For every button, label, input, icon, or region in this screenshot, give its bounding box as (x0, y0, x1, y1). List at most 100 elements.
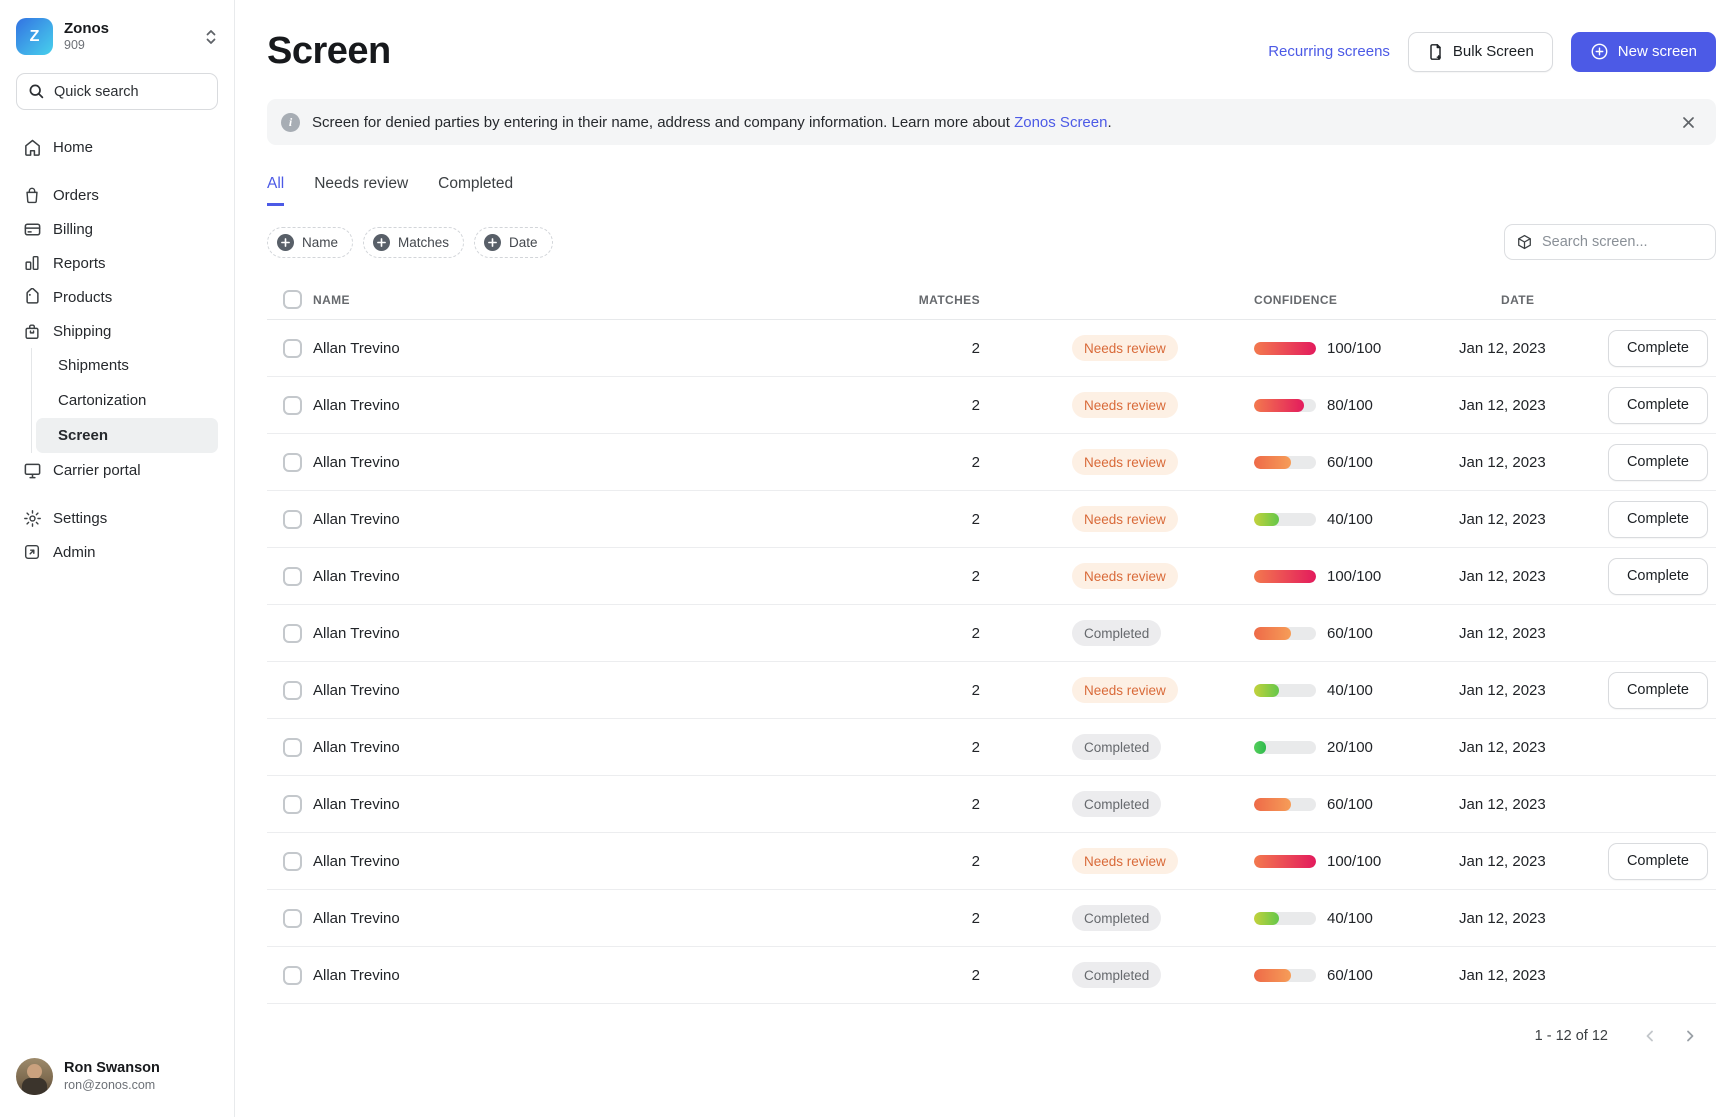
row-checkbox[interactable] (283, 909, 302, 928)
screen-search[interactable] (1504, 224, 1716, 260)
status-badge: Needs review (1072, 335, 1178, 361)
sidebar-item-orders[interactable]: Orders (16, 178, 218, 212)
tab-completed[interactable]: Completed (438, 175, 513, 206)
row-checkbox[interactable] (283, 966, 302, 985)
bar-chart-icon (22, 254, 42, 272)
next-page-icon[interactable] (1674, 1020, 1706, 1052)
quick-search[interactable] (16, 73, 218, 110)
status-badge: Completed (1072, 905, 1161, 931)
recurring-screens-link[interactable]: Recurring screens (1268, 43, 1390, 60)
package-icon (22, 322, 42, 341)
confidence-value: 60/100 (1327, 625, 1373, 642)
row-checkbox[interactable] (283, 396, 302, 415)
table-row[interactable]: Allan Trevino 2 Needs review 100/100 Jan… (267, 320, 1716, 377)
zonos-screen-link[interactable]: Zonos Screen (1014, 114, 1107, 131)
filter-date[interactable]: Date (474, 227, 553, 258)
select-all-checkbox[interactable] (283, 290, 302, 309)
row-matches: 2 (800, 511, 980, 528)
sidebar-item-home[interactable]: Home (16, 130, 218, 164)
confidence-value: 100/100 (1327, 340, 1381, 357)
table-row[interactable]: Allan Trevino 2 Completed 60/100 Jan 12,… (267, 776, 1716, 833)
confidence-bar (1254, 798, 1316, 811)
complete-button[interactable]: Complete (1608, 672, 1708, 709)
complete-button[interactable]: Complete (1608, 444, 1708, 481)
row-checkbox[interactable] (283, 681, 302, 700)
complete-button[interactable]: Complete (1608, 387, 1708, 424)
row-checkbox[interactable] (283, 567, 302, 586)
row-checkbox[interactable] (283, 852, 302, 871)
sidebar-item-reports[interactable]: Reports (16, 246, 218, 280)
confidence-bar (1254, 627, 1316, 640)
row-date: Jan 12, 2023 (1459, 454, 1574, 471)
tab-needs-review[interactable]: Needs review (314, 175, 408, 206)
screen-search-input[interactable] (1542, 234, 1692, 250)
row-checkbox[interactable] (283, 795, 302, 814)
row-checkbox[interactable] (283, 510, 302, 529)
plus-circle-icon (1590, 42, 1609, 61)
table-row[interactable]: Allan Trevino 2 Needs review 100/100 Jan… (267, 548, 1716, 605)
row-checkbox[interactable] (283, 624, 302, 643)
table-row[interactable]: Allan Trevino 2 Needs review 80/100 Jan … (267, 377, 1716, 434)
complete-button[interactable]: Complete (1608, 501, 1708, 538)
table-row[interactable]: Allan Trevino 2 Completed 60/100 Jan 12,… (267, 947, 1716, 1004)
sidebar-item-carrier-portal[interactable]: Carrier portal (16, 453, 218, 487)
filter-matches[interactable]: Matches (363, 227, 464, 258)
row-checkbox[interactable] (283, 339, 302, 358)
new-screen-button[interactable]: New screen (1571, 32, 1716, 72)
user-name: Ron Swanson (64, 1060, 160, 1077)
sidebar-item-cartonization[interactable]: Cartonization (36, 383, 218, 418)
table-row[interactable]: Allan Trevino 2 Needs review 40/100 Jan … (267, 662, 1716, 719)
bulk-screen-button[interactable]: Bulk Screen (1408, 32, 1553, 72)
sidebar-item-label: Home (53, 139, 93, 156)
sidebar-item-admin[interactable]: Admin (16, 535, 218, 569)
confidence-bar (1254, 456, 1316, 469)
filter-chips: Name Matches Date (267, 227, 1504, 258)
filter-name[interactable]: Name (267, 227, 353, 258)
search-icon (28, 83, 45, 100)
sidebar-item-shipping[interactable]: Shipping (16, 314, 218, 348)
confidence-value: 40/100 (1327, 511, 1373, 528)
table-row[interactable]: Allan Trevino 2 Completed 60/100 Jan 12,… (267, 605, 1716, 662)
confidence-bar (1254, 741, 1316, 754)
table-row[interactable]: Allan Trevino 2 Needs review 40/100 Jan … (267, 491, 1716, 548)
confidence-bar (1254, 513, 1316, 526)
filter-label: Name (302, 235, 338, 250)
complete-button[interactable]: Complete (1608, 330, 1708, 367)
prev-page-icon[interactable] (1634, 1020, 1666, 1052)
table-row[interactable]: Allan Trevino 2 Completed 20/100 Jan 12,… (267, 719, 1716, 776)
sidebar-item-billing[interactable]: Billing (16, 212, 218, 246)
cube-icon (1516, 233, 1533, 251)
confidence-bar (1254, 684, 1316, 697)
org-switcher[interactable]: Z Zonos 909 (0, 14, 234, 57)
tab-all[interactable]: All (267, 175, 284, 206)
table-row[interactable]: Allan Trevino 2 Needs review 60/100 Jan … (267, 434, 1716, 491)
row-checkbox[interactable] (283, 453, 302, 472)
user-profile[interactable]: Ron Swanson ron@zonos.com (0, 1048, 234, 1101)
sidebar-item-label: Carrier portal (53, 462, 141, 479)
quick-search-input[interactable] (54, 84, 174, 100)
row-matches: 2 (800, 739, 980, 756)
sidebar-item-shipments[interactable]: Shipments (36, 348, 218, 383)
confidence-value: 20/100 (1327, 739, 1373, 756)
avatar (16, 1058, 53, 1095)
row-name: Allan Trevino (313, 397, 800, 414)
sidebar-item-label: Admin (53, 544, 96, 561)
close-icon[interactable] (1677, 111, 1700, 134)
home-icon (22, 138, 42, 157)
plus-icon (484, 234, 501, 251)
complete-button[interactable]: Complete (1608, 558, 1708, 595)
table-row[interactable]: Allan Trevino 2 Completed 40/100 Jan 12,… (267, 890, 1716, 947)
sidebar-item-label: Products (53, 289, 112, 306)
sidebar-nav: Home Orders Billing Reports Products S (0, 116, 234, 1048)
sidebar-item-products[interactable]: Products (16, 280, 218, 314)
sidebar-item-settings[interactable]: Settings (16, 501, 218, 535)
complete-button[interactable]: Complete (1608, 843, 1708, 880)
row-date: Jan 12, 2023 (1459, 340, 1574, 357)
row-checkbox[interactable] (283, 738, 302, 757)
table-row[interactable]: Allan Trevino 2 Needs review 100/100 Jan… (267, 833, 1716, 890)
sidebar-item-screen[interactable]: Screen (36, 418, 218, 453)
row-matches: 2 (800, 568, 980, 585)
row-name: Allan Trevino (313, 910, 800, 927)
confidence-value: 60/100 (1327, 967, 1373, 984)
row-date: Jan 12, 2023 (1459, 796, 1574, 813)
